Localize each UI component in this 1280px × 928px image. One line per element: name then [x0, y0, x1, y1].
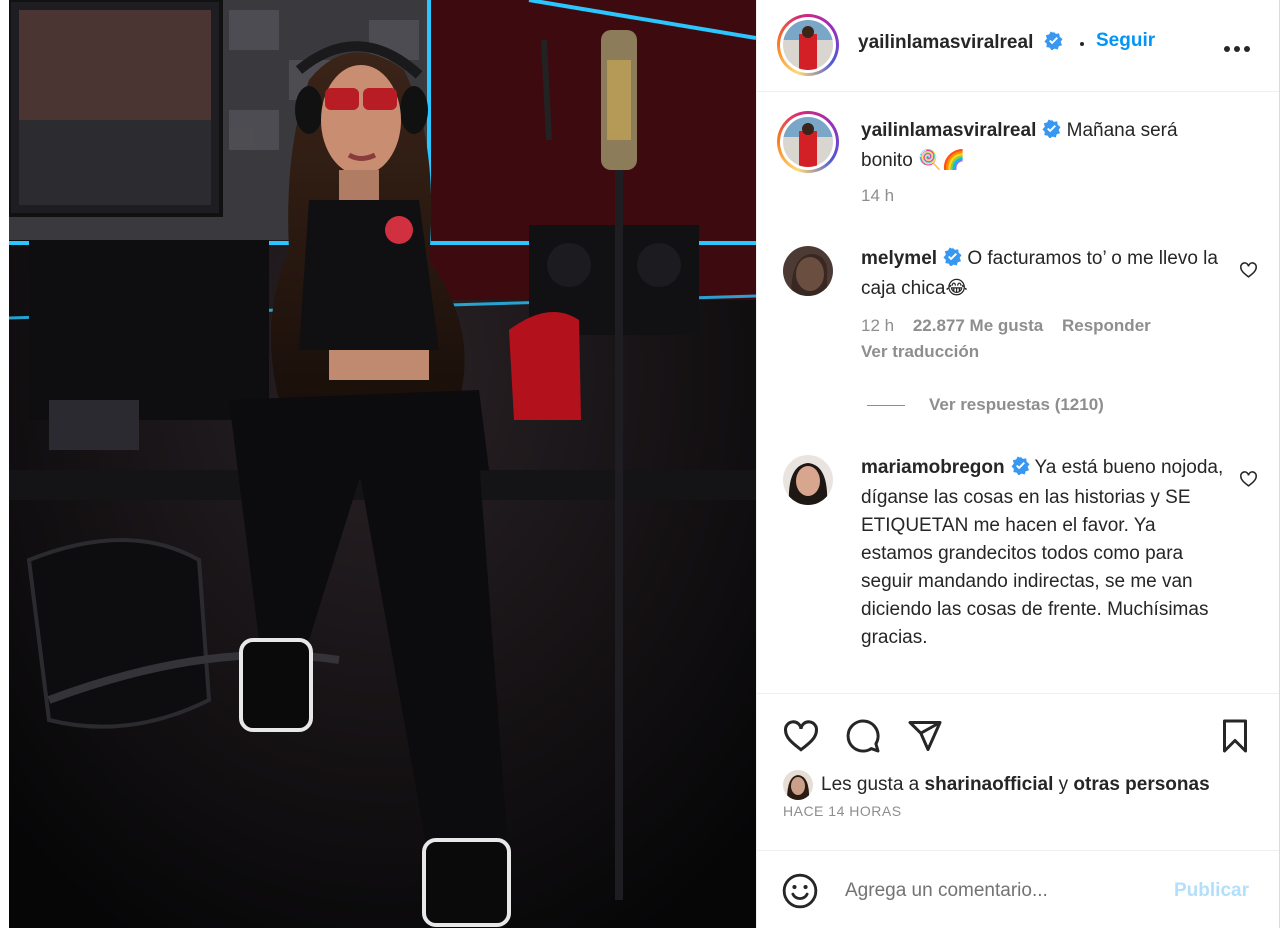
- share-icon[interactable]: [907, 718, 943, 759]
- author-avatar-image: [783, 20, 833, 70]
- comment: melymel O facturamos to’ o me llevo la c…: [861, 245, 1231, 303]
- comment-text: Ya está bueno nojoda, díganse las cosas …: [861, 457, 1224, 648]
- comments-list[interactable]: yailinlamasviralreal Mañana será bonito …: [757, 93, 1280, 693]
- post-header: yailinlamasviralreal Seguir: [757, 0, 1280, 92]
- comment-input[interactable]: [845, 875, 1155, 907]
- comment-composer: Publicar: [757, 850, 1280, 928]
- publish-button[interactable]: Publicar: [1174, 880, 1249, 902]
- comment-likes[interactable]: 22.877 Me gusta: [913, 316, 1043, 335]
- follow-button[interactable]: Seguir: [1096, 30, 1155, 52]
- likes-summary[interactable]: Les gusta a sharinaofficial y otras pers…: [783, 770, 1210, 800]
- like-comment-heart-icon[interactable]: [1239, 261, 1258, 283]
- caption: yailinlamasviralreal Mañana será bonito …: [861, 117, 1231, 175]
- comment-username[interactable]: mariamobregon: [861, 457, 1005, 478]
- bookmark-icon[interactable]: [1219, 718, 1251, 759]
- like-comment-heart-icon[interactable]: [1239, 470, 1258, 492]
- post-photo-illustration: [9, 0, 756, 928]
- author-username[interactable]: yailinlamasviralreal: [858, 32, 1033, 53]
- see-translation-link[interactable]: Ver traducción: [861, 342, 979, 362]
- verified-badge-icon: [1044, 31, 1063, 55]
- caption-author-avatar[interactable]: [777, 111, 839, 173]
- comment-meta: 12 h 22.877 Me gusta Responder: [861, 316, 1151, 336]
- liked-by-username[interactable]: sharinaofficial: [925, 774, 1054, 796]
- commenter-avatar[interactable]: [783, 455, 833, 505]
- liker-avatar: [783, 770, 813, 800]
- commenter-avatar-image: [783, 455, 833, 505]
- commenter-avatar-image: [783, 246, 833, 296]
- reply-button[interactable]: Responder: [1062, 316, 1151, 335]
- page-left-margin: [0, 0, 9, 928]
- comment-username[interactable]: melymel: [861, 248, 937, 269]
- comment: mariamobregon Ya está bueno nojoda, díga…: [861, 454, 1231, 652]
- view-replies-button[interactable]: Ver respuestas (1210): [929, 395, 1104, 415]
- emoji-icon[interactable]: [781, 872, 819, 915]
- comment-time: 12 h: [861, 316, 895, 335]
- post-photo[interactable]: [9, 0, 756, 928]
- post-timestamp: HACE 14 HORAS: [783, 803, 902, 819]
- author-name-row: yailinlamasviralreal: [858, 31, 1063, 55]
- see-translation-label: Ver traducción: [861, 342, 980, 361]
- verified-badge-icon: [943, 247, 962, 275]
- caption-time: 14 h: [861, 186, 895, 205]
- likes-conjunction: y: [1058, 774, 1069, 795]
- separator-dot: [1080, 42, 1084, 46]
- commenter-avatar[interactable]: [783, 246, 833, 296]
- verified-badge-icon: [1011, 456, 1030, 484]
- caption-avatar-image: [783, 117, 833, 167]
- caption-username[interactable]: yailinlamasviralreal: [861, 120, 1036, 141]
- post-actions: Les gusta a sharinaofficial y otras pers…: [757, 693, 1280, 850]
- post-details-panel: yailinlamasviralreal Seguir yailinlamasv…: [756, 0, 1280, 928]
- heart-icon[interactable]: [782, 718, 820, 757]
- author-avatar[interactable]: [777, 14, 839, 76]
- replies-divider: [867, 405, 905, 406]
- more-options-icon[interactable]: [1223, 40, 1251, 58]
- likes-prefix: Les gusta a: [821, 774, 920, 795]
- comment-icon[interactable]: [845, 718, 881, 759]
- verified-badge-icon: [1042, 119, 1061, 147]
- others-link[interactable]: otras personas: [1073, 774, 1209, 796]
